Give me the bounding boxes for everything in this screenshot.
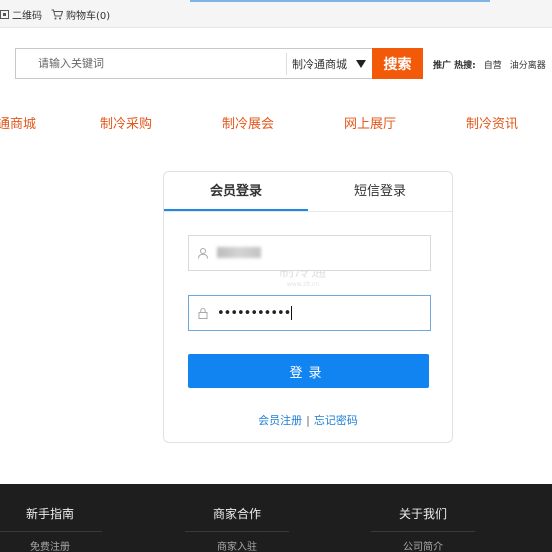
login-links: 会员注册 | 忘记密码 bbox=[164, 412, 452, 428]
footer-divider bbox=[185, 531, 289, 532]
main-nav: 通商城 制冷采购 制冷展会 网上展厅 制冷资讯 bbox=[0, 113, 552, 132]
footer-heading: 新手指南 bbox=[25, 507, 74, 521]
search-button[interactable]: 搜索 bbox=[372, 48, 423, 79]
lock-icon bbox=[189, 307, 217, 319]
search-scope-label: 制冷通商城 bbox=[292, 57, 347, 71]
qrcode-icon bbox=[0, 10, 9, 19]
user-icon bbox=[189, 247, 217, 259]
nav-item-purchase[interactable]: 制冷采购 bbox=[100, 113, 152, 132]
nav-item-mall[interactable]: 通商城 bbox=[0, 113, 36, 132]
hot-keyword[interactable]: 自营 bbox=[484, 58, 502, 71]
login-card: 会员登录 短信登录 制冷通 www.zlt.cn ••••••••••• 登录 … bbox=[163, 171, 453, 443]
nav-item-online-showroom[interactable]: 网上展厅 bbox=[344, 113, 396, 132]
footer-link[interactable]: 商家入驻 bbox=[177, 538, 297, 552]
footer-link[interactable]: 公司简介 bbox=[363, 538, 483, 552]
tab-member-login[interactable]: 会员登录 bbox=[164, 172, 308, 211]
cart-link[interactable]: 购物车(0) bbox=[51, 7, 110, 22]
forgot-password-link[interactable]: 忘记密码 bbox=[314, 414, 358, 427]
password-field[interactable]: ••••••••••• bbox=[188, 295, 431, 331]
login-tabs: 会员登录 短信登录 bbox=[164, 172, 452, 212]
username-field[interactable] bbox=[188, 235, 431, 271]
login-button[interactable]: 登录 bbox=[188, 354, 429, 388]
footer-column-about: 关于我们 公司简介 bbox=[363, 505, 483, 552]
tab-sms-login[interactable]: 短信登录 bbox=[308, 172, 452, 211]
password-input[interactable]: ••••••••••• bbox=[217, 306, 430, 321]
qrcode-link[interactable]: 二维码 bbox=[0, 7, 42, 22]
search-box: 制冷通商城 bbox=[15, 48, 372, 79]
username-value-blurred bbox=[217, 247, 261, 258]
link-separator: | bbox=[306, 414, 310, 427]
text-cursor bbox=[291, 306, 293, 320]
footer-divider bbox=[0, 531, 102, 532]
footer-link[interactable]: 免费注册 bbox=[0, 538, 110, 552]
cart-label: 购物车(0) bbox=[66, 11, 111, 22]
footer-column-partner: 商家合作 商家入驻 bbox=[177, 505, 297, 552]
qrcode-label: 二维码 bbox=[12, 11, 42, 22]
search-input[interactable] bbox=[16, 49, 286, 78]
search-scope-dropdown[interactable]: 制冷通商城 bbox=[286, 52, 372, 75]
top-accent-line bbox=[190, 0, 490, 2]
footer-divider bbox=[371, 531, 475, 532]
hot-search-label: 推广 热搜: bbox=[433, 61, 476, 71]
hot-keyword[interactable]: 油分离器 bbox=[510, 58, 546, 71]
hot-searches: 推广 热搜: 自营 油分离器 bbox=[433, 58, 546, 71]
shopping-cart-icon bbox=[51, 9, 63, 20]
nav-item-news[interactable]: 制冷资讯 bbox=[466, 113, 518, 132]
register-link[interactable]: 会员注册 bbox=[258, 414, 302, 427]
footer-column-guide: 新手指南 免费注册 bbox=[0, 505, 110, 552]
caret-down-icon bbox=[356, 59, 366, 68]
footer: 新手指南 免费注册 商家合作 商家入驻 关于我们 公司简介 bbox=[0, 484, 552, 552]
footer-heading: 商家合作 bbox=[212, 507, 261, 521]
footer-heading: 关于我们 bbox=[398, 507, 447, 521]
top-bar: 二维码 购物车(0) bbox=[0, 0, 552, 28]
nav-item-exhibition[interactable]: 制冷展会 bbox=[222, 113, 274, 132]
search-bar: 制冷通商城 搜索 bbox=[15, 48, 423, 79]
